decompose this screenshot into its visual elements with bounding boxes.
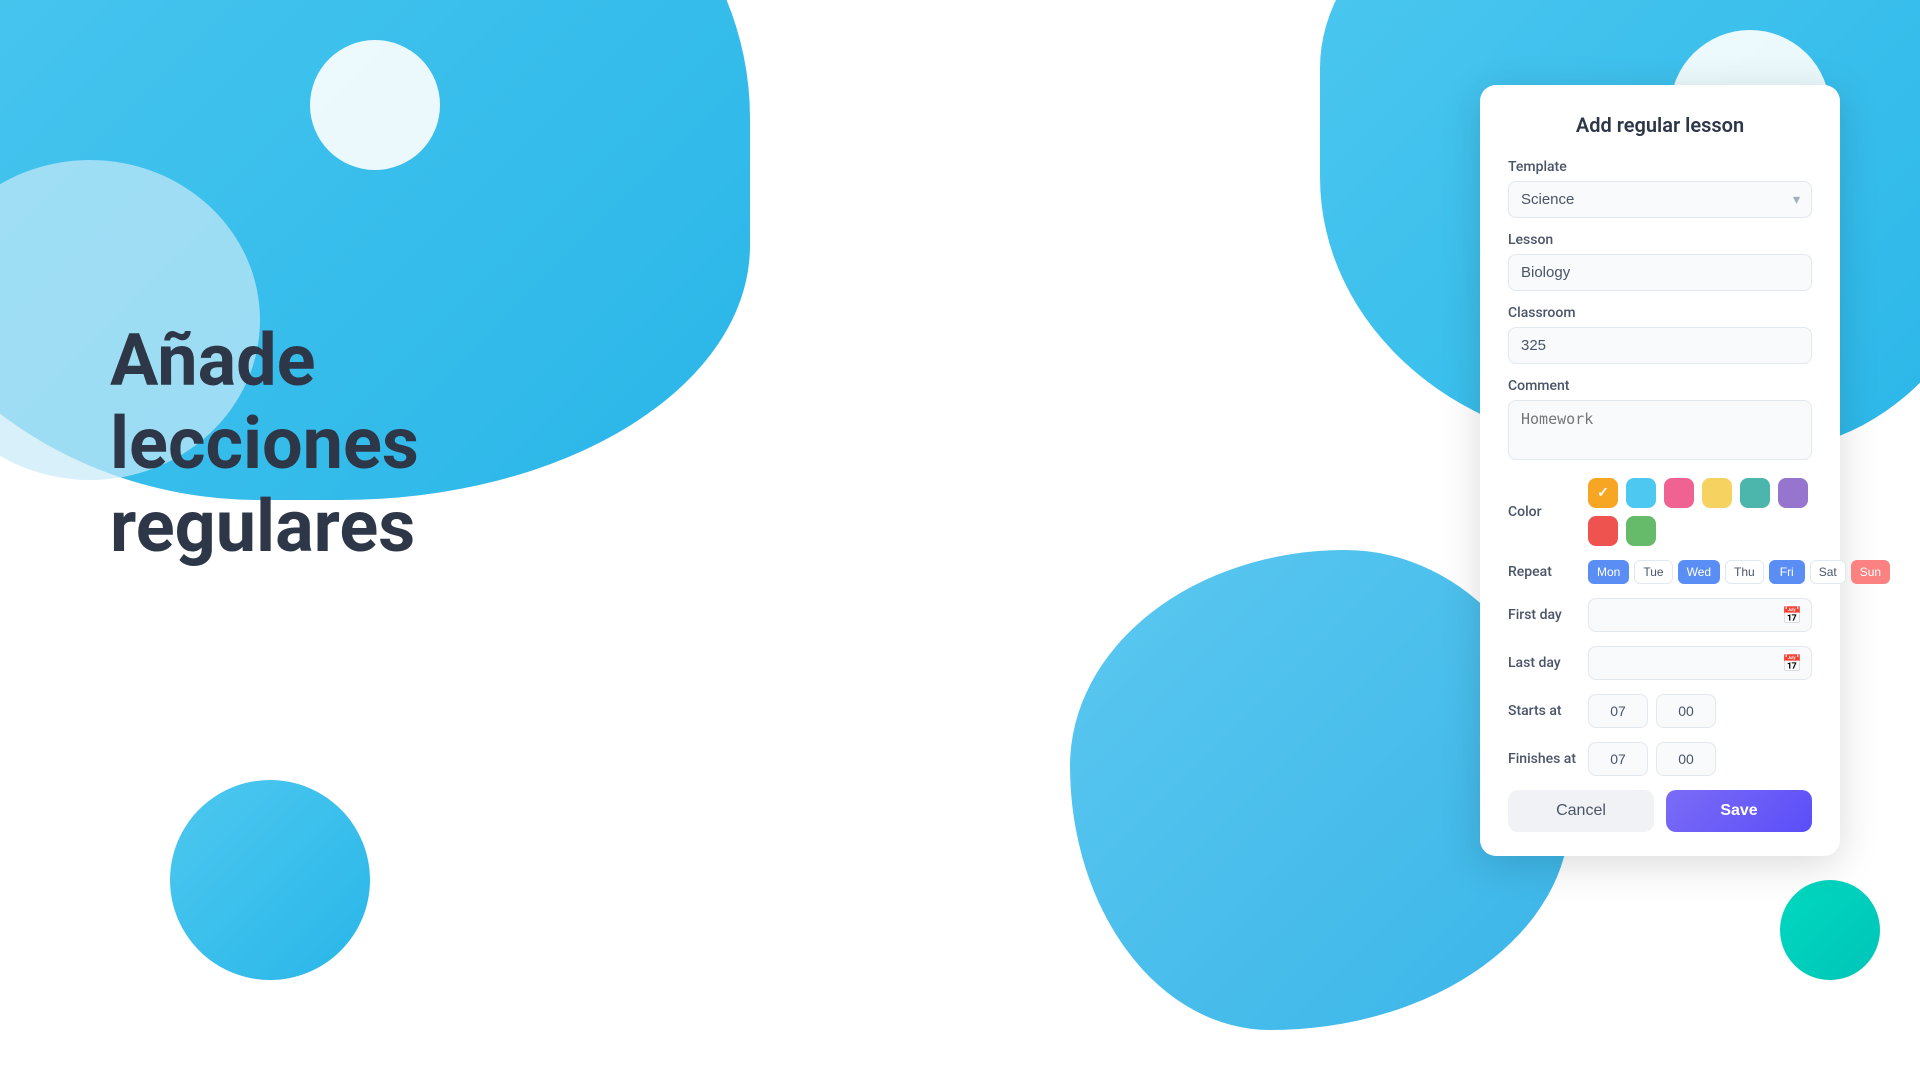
template-select[interactable]: Science [1508, 181, 1812, 218]
last-day-input-wrapper: 📅 [1588, 646, 1812, 680]
day-wed-button[interactable]: Wed [1678, 560, 1720, 584]
starts-at-hour[interactable] [1588, 694, 1648, 728]
lesson-field-group: Lesson [1508, 232, 1812, 291]
color-teal[interactable] [1740, 478, 1770, 508]
repeat-row: Repeat Mon Tue Wed Thu Fri Sat Sun [1508, 560, 1812, 584]
lesson-label: Lesson [1508, 232, 1812, 248]
repeat-label: Repeat [1508, 564, 1588, 580]
starts-at-row: Starts at [1508, 694, 1812, 728]
last-day-calendar-icon[interactable]: 📅 [1782, 654, 1802, 673]
save-button[interactable]: Save [1666, 790, 1812, 832]
comment-textarea[interactable] [1508, 400, 1812, 460]
first-day-label: First day [1508, 607, 1588, 623]
color-yellow[interactable] [1702, 478, 1732, 508]
blob-bottom-right [1780, 880, 1880, 980]
template-label: Template [1508, 159, 1812, 175]
starts-at-label: Starts at [1508, 703, 1588, 719]
color-orange[interactable] [1588, 478, 1618, 508]
blob-white-topleft [310, 40, 440, 170]
comment-field-group: Comment [1508, 378, 1812, 464]
classroom-input[interactable] [1508, 327, 1812, 364]
color-green[interactable] [1626, 516, 1656, 546]
blob-bottom-left [170, 780, 370, 980]
modal-footer: Cancel Save [1508, 790, 1812, 832]
finishes-at-inputs [1588, 742, 1716, 776]
color-dots [1588, 478, 1812, 546]
hero-title: Añade lecciones regulares [110, 320, 630, 568]
starts-at-inputs [1588, 694, 1716, 728]
day-mon-button[interactable]: Mon [1588, 560, 1629, 584]
day-tue-button[interactable]: Tue [1634, 560, 1672, 584]
color-label: Color [1508, 504, 1588, 520]
template-field-group: Template Science ▾ [1508, 159, 1812, 218]
first-day-row: First day 📅 [1508, 598, 1812, 632]
day-sat-button[interactable]: Sat [1810, 560, 1846, 584]
day-buttons: Mon Tue Wed Thu Fri Sat Sun [1588, 560, 1890, 584]
color-row: Color [1508, 478, 1812, 546]
last-day-label: Last day [1508, 655, 1588, 671]
day-thu-button[interactable]: Thu [1725, 560, 1764, 584]
color-red[interactable] [1588, 516, 1618, 546]
lesson-input[interactable] [1508, 254, 1812, 291]
template-select-wrapper: Science ▾ [1508, 181, 1812, 218]
finishes-at-minute[interactable] [1656, 742, 1716, 776]
day-sun-button[interactable]: Sun [1851, 560, 1890, 584]
color-purple[interactable] [1778, 478, 1808, 508]
finishes-at-row: Finishes at [1508, 742, 1812, 776]
starts-at-minute[interactable] [1656, 694, 1716, 728]
classroom-field-group: Classroom [1508, 305, 1812, 364]
cancel-button[interactable]: Cancel [1508, 790, 1654, 832]
modal-title: Add regular lesson [1508, 113, 1812, 137]
color-cyan[interactable] [1626, 478, 1656, 508]
first-day-calendar-icon[interactable]: 📅 [1782, 606, 1802, 625]
finishes-at-hour[interactable] [1588, 742, 1648, 776]
comment-label: Comment [1508, 378, 1812, 394]
first-day-input-wrapper: 📅 [1588, 598, 1812, 632]
last-day-row: Last day 📅 [1508, 646, 1812, 680]
add-lesson-modal: Add regular lesson Template Science ▾ Le… [1480, 85, 1840, 856]
last-day-input[interactable] [1588, 646, 1812, 680]
finishes-at-label: Finishes at [1508, 751, 1588, 767]
color-pink[interactable] [1664, 478, 1694, 508]
classroom-label: Classroom [1508, 305, 1812, 321]
hero-section: Añade lecciones regulares [110, 320, 630, 568]
first-day-input[interactable] [1588, 598, 1812, 632]
day-fri-button[interactable]: Fri [1769, 560, 1805, 584]
